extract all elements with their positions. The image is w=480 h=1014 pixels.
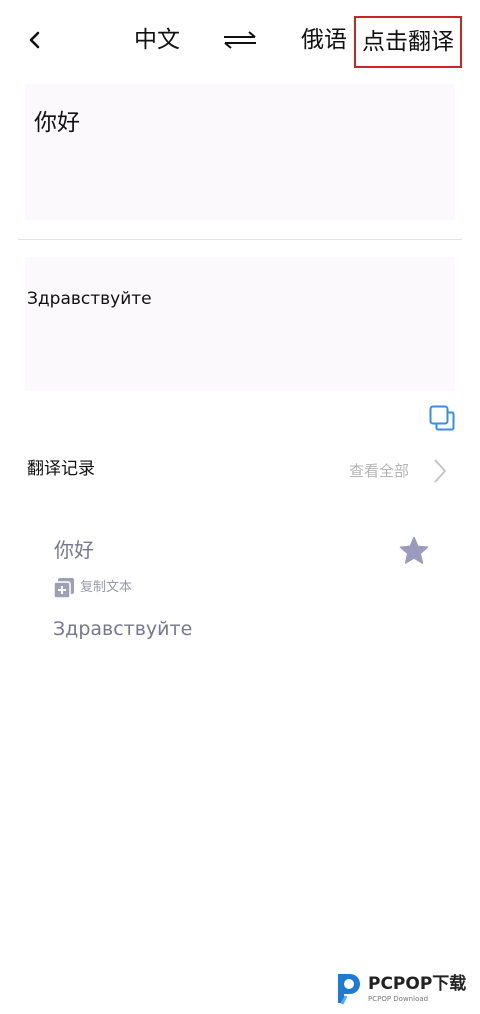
source-text-input[interactable]: 你好 [25, 84, 455, 220]
pcpop-logo-icon [338, 974, 360, 1005]
view-all-link[interactable]: 查看全部 [349, 460, 409, 482]
chevron-left-icon[interactable] [22, 26, 48, 54]
target-language-selector[interactable]: 俄语 [301, 24, 347, 56]
source-language-selector[interactable]: 中文 [134, 24, 180, 56]
history-item[interactable]: 你好 复制文本 Здравствуйте [0, 530, 480, 650]
star-icon[interactable] [398, 535, 430, 567]
top-bar: 中文 俄语 点击翻译 [0, 0, 480, 80]
watermark-subtitle: PCPOP Download [368, 995, 429, 1003]
history-title: 翻译记录 [27, 459, 95, 479]
watermark-name: PCPOP下载 [368, 974, 467, 994]
history-source-text: 你好 [54, 538, 94, 562]
copy-text-button[interactable]: 复制文本 [80, 579, 132, 597]
copy-add-icon[interactable] [53, 577, 75, 599]
translation-result: Здравствуйте [25, 257, 455, 391]
source-text: 你好 [34, 110, 80, 136]
translate-button[interactable]: 点击翻译 [354, 16, 462, 68]
history-translation-text: Здравствуйте [53, 618, 193, 640]
copy-icon[interactable] [428, 404, 456, 432]
swap-arrows-icon[interactable] [222, 28, 258, 52]
divider [18, 239, 462, 240]
chevron-right-icon[interactable] [432, 458, 448, 484]
watermark: PCPOP下载 PCPOP Download [330, 968, 480, 1010]
translation-text: Здравствуйте [27, 289, 152, 309]
